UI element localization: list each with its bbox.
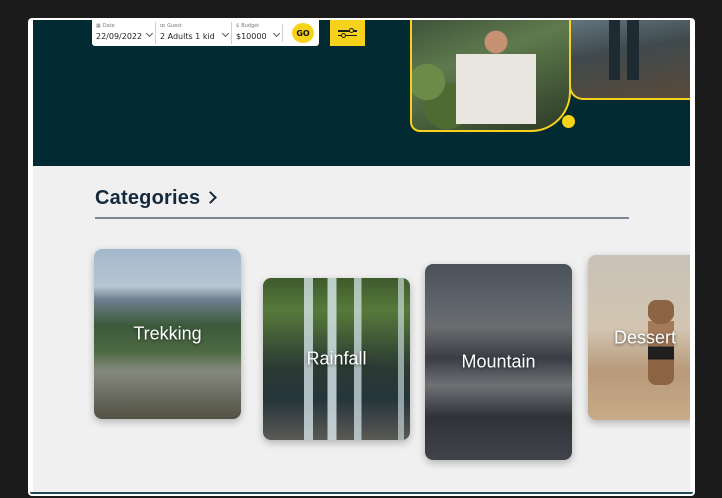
browser-frame: ▦ Date 22/09/2022 ꝏ Guest 2 Adults 1 kid $…	[28, 18, 695, 496]
category-card-dessert[interactable]: Dessert	[588, 255, 690, 420]
category-label: Rainfall	[306, 348, 367, 369]
category-label: Dessert	[614, 327, 677, 347]
decorative-dot	[562, 115, 575, 128]
budget-field[interactable]: $ Budget $10000	[232, 22, 282, 44]
hero-photo-family	[410, 20, 571, 132]
guest-value: 2 Adults 1 kid	[160, 32, 215, 41]
booking-bar: ▦ Date 22/09/2022 ꝏ Guest 2 Adults 1 kid $…	[92, 20, 319, 46]
guest-label: ꝏ Guest	[160, 23, 182, 29]
bottom-bar	[30, 492, 693, 494]
photo-foliage	[412, 50, 462, 130]
budget-value: $10000	[236, 32, 267, 41]
category-card-rainfall[interactable]: Rainfall	[263, 278, 410, 440]
photo-person	[456, 24, 536, 124]
dollar-icon: $	[236, 23, 240, 29]
chevron-down-icon	[221, 29, 230, 38]
hero-photo-hikers	[569, 20, 690, 100]
category-card-mountain[interactable]: Mountain	[425, 264, 572, 460]
budget-label: $ Budget	[236, 23, 260, 29]
category-label: Trekking	[133, 323, 202, 344]
photo-legs	[605, 20, 645, 80]
categories-heading[interactable]: Categories	[95, 187, 218, 210]
page: ▦ Date 22/09/2022 ꝏ Guest 2 Adults 1 kid $…	[33, 20, 690, 494]
date-value: 22/09/2022	[96, 32, 143, 41]
guest-field[interactable]: ꝏ Guest 2 Adults 1 kid	[156, 22, 232, 44]
categories-divider	[95, 217, 629, 219]
categories-title: Categories	[95, 187, 201, 209]
date-label: ▦ Date	[96, 23, 115, 29]
chevron-right-icon	[204, 191, 218, 204]
sliders-icon-line	[338, 32, 357, 38]
people-icon: ꝏ	[160, 23, 166, 29]
sliders-icon	[338, 28, 357, 33]
hero-section: ▦ Date 22/09/2022 ꝏ Guest 2 Adults 1 kid $…	[33, 20, 690, 166]
go-button[interactable]: GO	[292, 23, 314, 43]
calendar-icon: ▦	[96, 23, 101, 29]
category-card-trekking[interactable]: Trekking	[94, 249, 241, 419]
date-field[interactable]: ▦ Date 22/09/2022	[92, 22, 156, 44]
chevron-down-icon	[272, 29, 281, 38]
category-label: Mountain	[461, 351, 536, 372]
filter-button[interactable]	[330, 20, 365, 46]
booking-bar-divider	[282, 24, 283, 42]
chevron-down-icon	[145, 29, 154, 38]
